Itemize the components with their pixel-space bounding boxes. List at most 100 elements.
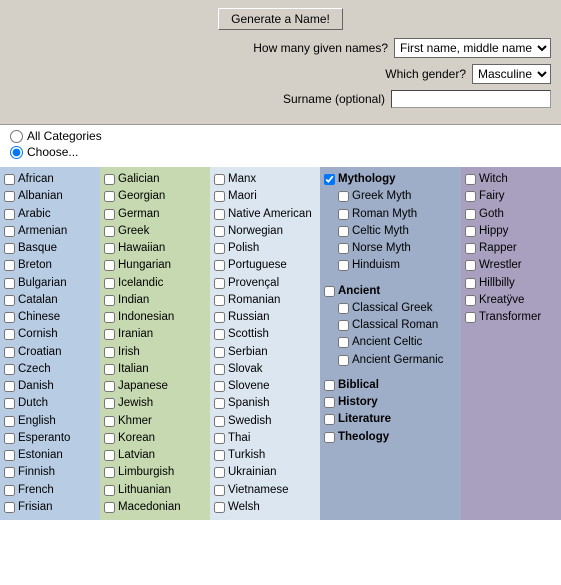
list-item[interactable]: Japanese [104,378,206,395]
list-item[interactable]: Albanian [4,188,96,205]
list-item[interactable]: Chinese [4,309,96,326]
ancient-checkbox-item[interactable]: Ancient [324,283,457,300]
surname-label: Surname (optional) [283,92,385,106]
list-item[interactable]: Transformer [465,309,557,326]
given-names-select[interactable]: First name, middle name First name only … [394,38,551,58]
biblical-checkbox-item[interactable]: Biblical [324,377,457,394]
list-item[interactable]: African [4,171,96,188]
list-item[interactable]: German [104,206,206,223]
list-item[interactable]: Goth [465,206,557,223]
list-item[interactable]: Hawaiian [104,240,206,257]
history-checkbox-item[interactable]: History [324,394,457,411]
list-item[interactable]: Indonesian [104,309,206,326]
list-item[interactable]: Finnish [4,464,96,481]
list-item[interactable]: Icelandic [104,275,206,292]
list-item[interactable]: Irish [104,344,206,361]
list-item[interactable]: Danish [4,378,96,395]
list-item[interactable]: Latvian [104,447,206,464]
list-item[interactable]: Vietnamese [214,482,316,499]
history-checkbox[interactable] [324,397,335,408]
list-item[interactable]: Hippy [465,223,557,240]
literature-checkbox[interactable] [324,414,335,425]
list-item[interactable]: Slovene [214,378,316,395]
list-item[interactable]: Celtic Myth [324,223,457,240]
literature-checkbox-item[interactable]: Literature [324,411,457,428]
list-item[interactable]: Romanian [214,292,316,309]
list-item[interactable]: Witch [465,171,557,188]
list-item[interactable]: Korean [104,430,206,447]
surname-input[interactable] [391,90,551,108]
gender-select[interactable]: Masculine Feminine [472,64,551,84]
list-item[interactable]: Croatian [4,344,96,361]
list-item[interactable]: Portuguese [214,257,316,274]
list-item[interactable]: Greek Myth [324,188,457,205]
generate-button[interactable]: Generate a Name! [218,8,343,30]
list-item[interactable]: Maori [214,188,316,205]
list-item[interactable]: Provençal [214,275,316,292]
list-item[interactable]: Norwegian [214,223,316,240]
list-item[interactable]: Fairy [465,188,557,205]
ancient-checkbox[interactable] [324,286,335,297]
list-item[interactable]: Hinduism [324,257,457,274]
list-item[interactable]: Serbian [214,344,316,361]
list-item[interactable]: Cornish [4,326,96,343]
mythology-checkbox[interactable] [324,174,335,185]
list-item[interactable]: Dutch [4,395,96,412]
list-item[interactable]: Esperanto [4,430,96,447]
list-item[interactable]: English [4,413,96,430]
choose-radio[interactable] [10,146,23,159]
list-item[interactable]: Manx [214,171,316,188]
list-item[interactable]: Polish [214,240,316,257]
list-item[interactable]: Estonian [4,447,96,464]
list-item[interactable]: Wrestler [465,257,557,274]
list-item[interactable]: Thai [214,430,316,447]
list-item[interactable]: Swedish [214,413,316,430]
list-item[interactable]: Spanish [214,395,316,412]
list-item[interactable]: Galician [104,171,206,188]
list-item[interactable]: Indian [104,292,206,309]
list-item[interactable]: Roman Myth [324,206,457,223]
list-item[interactable]: Hungarian [104,257,206,274]
list-item[interactable]: Frisian [4,499,96,516]
list-item[interactable]: Bulgarian [4,275,96,292]
list-item[interactable]: Georgian [104,188,206,205]
list-item[interactable]: Slovak [214,361,316,378]
col-4: Mythology Greek Myth Roman Myth Celtic M… [320,167,461,520]
list-item[interactable]: Ukrainian [214,464,316,481]
list-item[interactable]: Welsh [214,499,316,516]
list-item[interactable]: Kreatÿve [465,292,557,309]
list-item[interactable]: Classical Roman [324,317,457,334]
theology-checkbox[interactable] [324,432,335,443]
list-item[interactable]: Iranian [104,326,206,343]
list-item[interactable]: Czech [4,361,96,378]
list-item[interactable]: Lithuanian [104,482,206,499]
list-item[interactable]: Macedonian [104,499,206,516]
list-item[interactable]: Classical Greek [324,300,457,317]
list-item[interactable]: Jewish [104,395,206,412]
list-item[interactable]: Catalan [4,292,96,309]
list-item[interactable]: Basque [4,240,96,257]
list-item[interactable]: Armenian [4,223,96,240]
list-item[interactable]: Greek [104,223,206,240]
list-item[interactable]: Italian [104,361,206,378]
list-item[interactable]: Norse Myth [324,240,457,257]
list-item[interactable]: French [4,482,96,499]
list-item[interactable]: Ancient Germanic [324,352,457,369]
biblical-checkbox[interactable] [324,380,335,391]
mythology-checkbox-item[interactable]: Mythology [324,171,457,188]
list-item[interactable]: Limburgish [104,464,206,481]
list-item[interactable]: Ancient Celtic [324,334,457,351]
list-item[interactable]: Hillbilly [465,275,557,292]
all-categories-radio[interactable] [10,130,23,143]
list-item[interactable]: Russian [214,309,316,326]
list-item[interactable]: Rapper [465,240,557,257]
list-item[interactable]: Scottish [214,326,316,343]
list-item[interactable]: Khmer [104,413,206,430]
theology-checkbox-item[interactable]: Theology [324,429,457,446]
choose-label: Choose... [27,145,78,159]
list-item[interactable]: Breton [4,257,96,274]
list-item[interactable]: Arabic [4,206,96,223]
list-item[interactable]: Turkish [214,447,316,464]
list-item[interactable]: Native American [214,206,316,223]
col-3: Manx Maori Native American Norwegian Pol… [210,167,320,520]
